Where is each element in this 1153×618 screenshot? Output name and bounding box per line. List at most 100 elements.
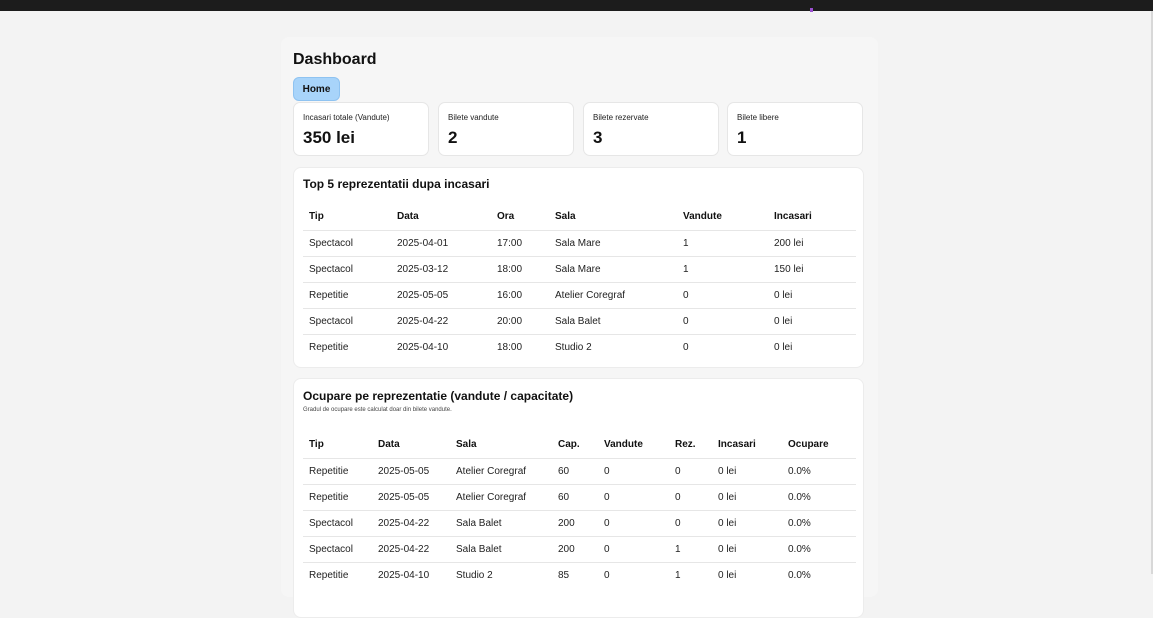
table-cell: 60 [552, 458, 598, 485]
table-row: Repetitie 2025-04-10 Studio 2 85 0 1 0 lei 0.0% [303, 562, 856, 588]
page-title: Dashboard [293, 51, 377, 68]
table-row: Spectacol 2025-03-12 18:00 Sala Mare 1 150 le… [303, 256, 856, 283]
stat-card-reserved: Bilete rezervate 3 [583, 102, 719, 156]
table-cell: 0 [677, 334, 768, 360]
table-cell: 0 lei [712, 510, 782, 537]
table-cell: 2025-04-10 [391, 334, 491, 360]
table-cell: 0.0% [782, 510, 856, 537]
table-cell: Spectacol [303, 256, 391, 283]
table-cell: Repetitie [303, 282, 391, 309]
stat-value: 350 lei [303, 128, 355, 147]
table-cell: 20:00 [491, 308, 549, 335]
table-row: Repetitie 2025-05-05 Atelier Coregraf 60 0 0 0… [303, 484, 856, 511]
table-cell: 2025-04-10 [372, 562, 450, 588]
table-cell: Studio 2 [450, 562, 552, 588]
column-header: Vandute [604, 438, 643, 450]
table-cell: Sala Mare [549, 230, 677, 257]
table-cell: Sala Balet [450, 510, 552, 537]
table-cell: 0.0% [782, 458, 856, 485]
stat-value: 1 [737, 128, 747, 147]
table-cell: 0.0% [782, 484, 856, 511]
table-row: Repetitie 2025-05-05 16:00 Atelier Coregraf… [303, 282, 856, 309]
table-cell: Sala Balet [450, 536, 552, 563]
column-header: Data [397, 210, 419, 222]
dashboard-panel: Dashboard Home Incasari totale (Vandute)… [281, 37, 878, 618]
occupancy-title: Ocupare pe reprezentatie (vandute / capa… [303, 389, 574, 403]
table-cell: Sala Mare [549, 256, 677, 283]
table-cell: Atelier Coregraf [450, 458, 552, 485]
table-cell: 1 [669, 562, 712, 588]
table-cell: 17:00 [491, 230, 549, 257]
table-cell: Repetitie [303, 334, 391, 360]
table-cell: 2025-05-05 [372, 458, 450, 485]
column-header: Tip [309, 210, 324, 222]
table-row: Spectacol 2025-04-22 Sala Balet 200 0 0 0 lei 0… [303, 510, 856, 537]
top5-card: Top 5 reprezentatii dupa incasari Tip Dat… [293, 167, 864, 368]
column-header: Ora [497, 210, 515, 222]
table-header-row: Tip Data Sala Cap. Vandute Rez. Incasari Ocupar… [303, 430, 856, 459]
top5-header: Tip Data Ora Sala Vandute Incasari [303, 202, 856, 231]
stat-card-free: Bilete libere 1 [727, 102, 863, 156]
table-cell: 18:00 [491, 334, 549, 360]
stat-label: Bilete vandute [448, 113, 499, 122]
table-cell: 0 [598, 562, 669, 588]
table-cell: 16:00 [491, 282, 549, 309]
stat-value: 3 [593, 128, 603, 147]
table-cell: 0 lei [768, 334, 856, 360]
table-cell: 200 lei [768, 230, 856, 257]
occupancy-card: Ocupare pe reprezentatie (vandute / capa… [293, 378, 864, 618]
table-cell: 0 [598, 536, 669, 563]
top5-body: Spectacol 2025-04-01 17:00 Sala Mare 1 200 le… [303, 230, 856, 360]
table-cell: Spectacol [303, 230, 391, 257]
table-cell: 85 [552, 562, 598, 588]
table-cell: Repetitie [303, 458, 372, 485]
top-bar-accent [810, 8, 813, 12]
table-cell: 0 lei [712, 484, 782, 511]
table-cell: 0.0% [782, 536, 856, 563]
table-row: Spectacol 2025-04-01 17:00 Sala Mare 1 200 le… [303, 230, 856, 257]
table-cell: 2025-04-22 [372, 536, 450, 563]
stat-value: 2 [448, 128, 458, 147]
table-cell: Repetitie [303, 484, 372, 511]
table-row: Repetitie 2025-04-10 18:00 Studio 200 lei [303, 334, 856, 360]
occupancy-body: Repetitie 2025-05-05 Atelier Coregraf 60 0 0 0… [303, 458, 856, 588]
table-cell: 0 [669, 510, 712, 537]
column-header: Sala [456, 438, 477, 450]
table-cell: 2025-05-05 [391, 282, 491, 309]
table-cell: 1 [669, 536, 712, 563]
table-cell: 0 lei [768, 282, 856, 309]
table-cell: Studio 2 [549, 334, 677, 360]
column-header: Data [378, 438, 400, 450]
table-cell: 1 [677, 230, 768, 257]
table-cell: 2025-04-01 [391, 230, 491, 257]
table-cell: Spectacol [303, 308, 391, 335]
table-cell: 0 [598, 510, 669, 537]
stat-label: Bilete rezervate [593, 113, 649, 122]
occupancy-note: Gradul de ocupare este calculat doar din… [303, 407, 452, 413]
table-cell: Atelier Coregraf [549, 282, 677, 309]
column-header: Sala [555, 210, 576, 222]
column-header: Vandute [683, 210, 722, 222]
stat-label: Bilete libere [737, 113, 779, 122]
stat-card-sold: Bilete vandute 2 [438, 102, 574, 156]
table-cell: 200 [552, 536, 598, 563]
table-row: Spectacol 2025-04-22 20:00 Sala Balet 0 0 lei [303, 308, 856, 335]
column-header: Tip [309, 438, 324, 450]
table-cell: 2025-05-05 [372, 484, 450, 511]
table-cell: 18:00 [491, 256, 549, 283]
table-cell: 200 [552, 510, 598, 537]
column-header: Rez. [675, 438, 696, 450]
table-row: Spectacol 2025-04-22 Sala Balet 200 0 1 0 lei 0… [303, 536, 856, 563]
home-button[interactable]: Home [293, 77, 340, 101]
table-row: Repetitie 2025-05-05 Atelier Coregraf 60 0 0 0… [303, 458, 856, 485]
table-cell: Spectacol [303, 536, 372, 563]
column-header: Incasari [718, 438, 756, 450]
table-cell: 0 [677, 308, 768, 335]
table-cell: Sala Balet [549, 308, 677, 335]
top5-title: Top 5 reprezentatii dupa incasari [303, 177, 490, 191]
column-header: Incasari [774, 210, 812, 222]
stat-label: Incasari totale (Vandute) [303, 113, 390, 122]
table-cell: 0 [677, 282, 768, 309]
table-cell: 0 lei [768, 308, 856, 335]
column-header: Cap. [558, 438, 580, 450]
